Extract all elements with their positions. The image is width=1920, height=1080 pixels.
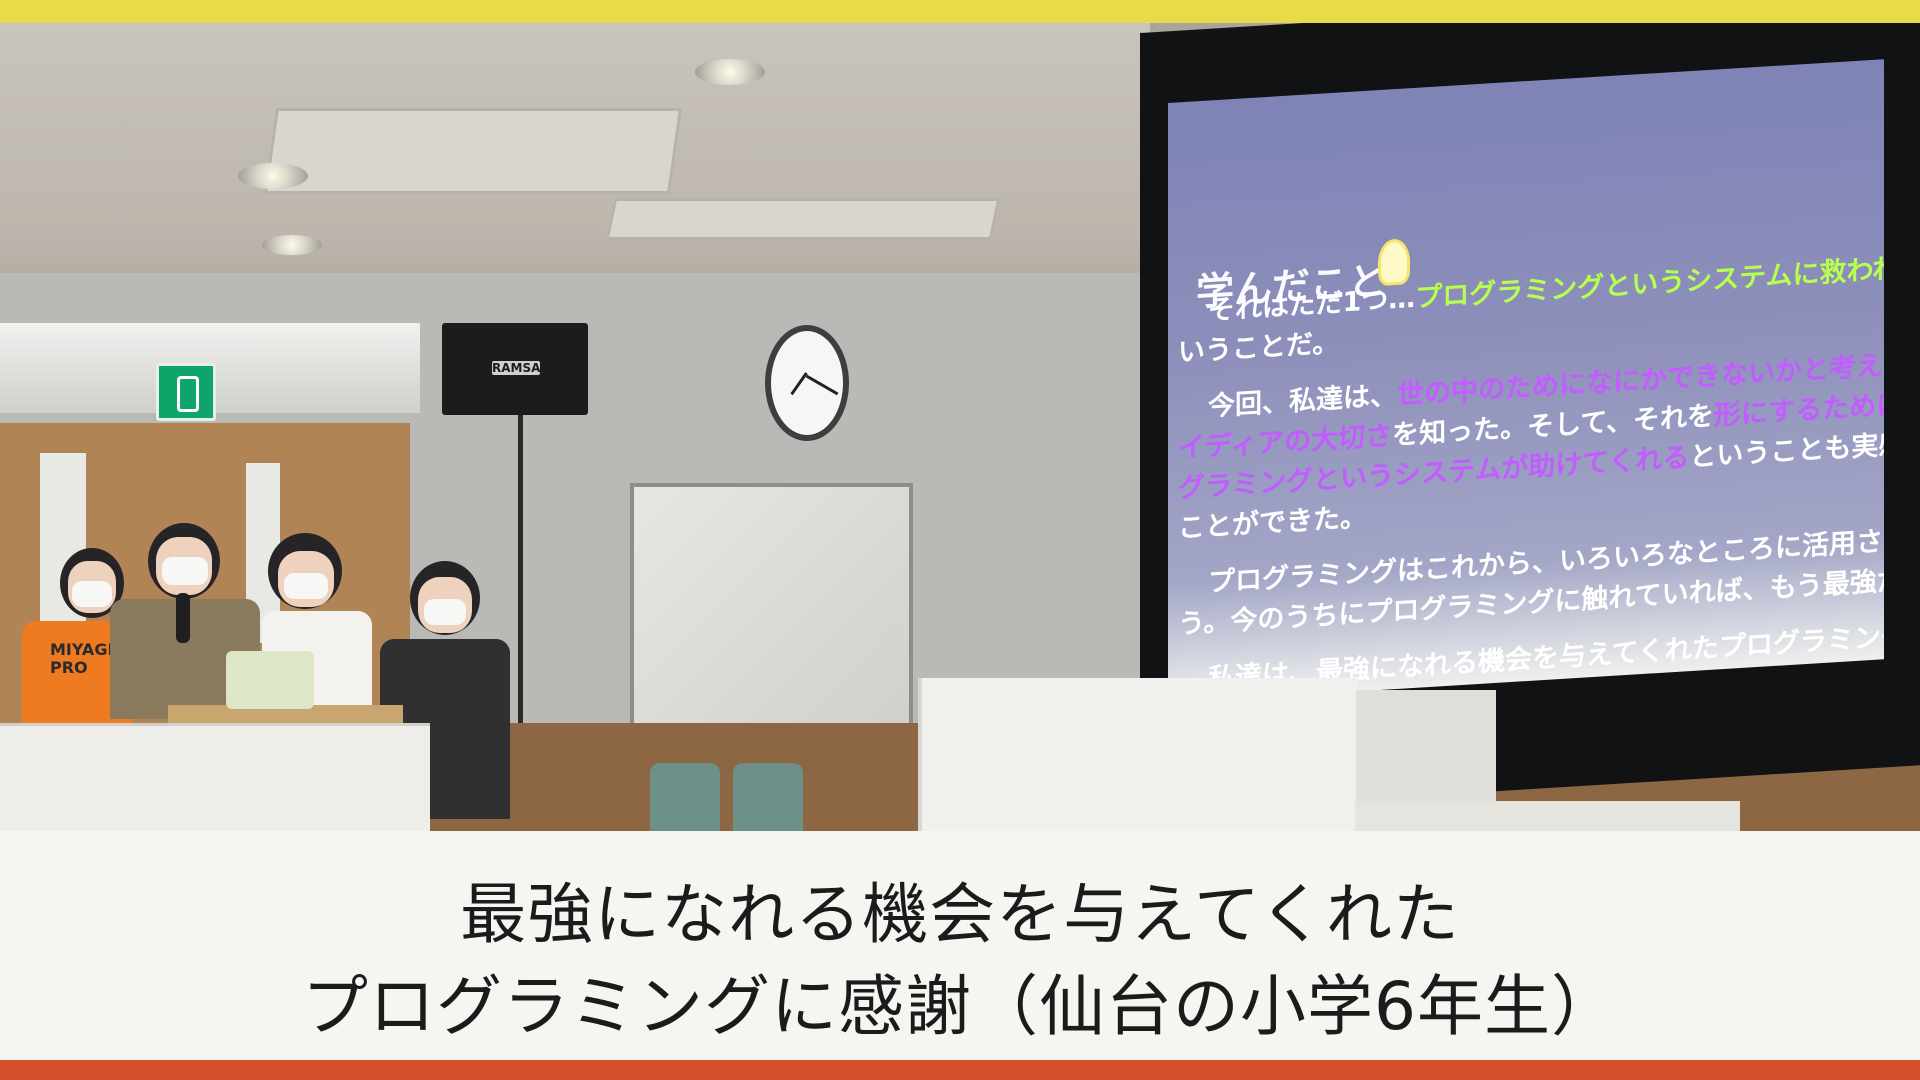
front-podium: [0, 723, 430, 831]
ceiling-vent: [263, 108, 683, 194]
caption-line-1: 最強になれる機会を与えてくれた: [460, 876, 1460, 953]
whiteboard: [630, 483, 913, 741]
wall-clock: [765, 325, 849, 441]
exit-figure-icon: [177, 376, 199, 412]
chair: [650, 763, 720, 831]
podium: [918, 678, 1358, 831]
speaker-brand: RAMSA: [492, 361, 541, 375]
ceiling-light: [262, 235, 322, 255]
event-photo: RAMSA 学んだこと それはただ1つ…プログラミングというシステムに救われたと…: [0, 23, 1920, 831]
ceiling-light: [695, 59, 765, 85]
table: [1355, 801, 1740, 831]
bottom-accent-bar: [0, 1060, 1920, 1080]
exit-sign: [156, 363, 216, 421]
device: [226, 651, 314, 709]
ceiling-vent: [605, 198, 1001, 240]
slide-text: それはただ1つ…: [1208, 282, 1416, 327]
projection-screen: 学んだこと それはただ1つ…プログラミングというシステムに救われたと いうことだ。…: [1168, 59, 1884, 703]
slide-text: いうことだ。: [1178, 327, 1340, 369]
mic-stand: [518, 415, 523, 775]
chair: [733, 763, 803, 831]
slide-highlight-green: プログラミングというシステムに救われたと: [1415, 249, 1884, 314]
ceiling-light: [238, 163, 308, 189]
slide-text: ことができた。: [1178, 501, 1367, 545]
slide-text: ということも実感する: [1689, 425, 1884, 474]
caption-panel: 最強になれる機会を与えてくれた プログラミングに感謝（仙台の小学6年生）: [0, 831, 1920, 1060]
slide-line: いうことだ。: [1178, 321, 1339, 370]
caption-line-2: プログラミングに感謝（仙台の小学6年生）: [302, 968, 1618, 1045]
top-accent-bar: [0, 0, 1920, 23]
